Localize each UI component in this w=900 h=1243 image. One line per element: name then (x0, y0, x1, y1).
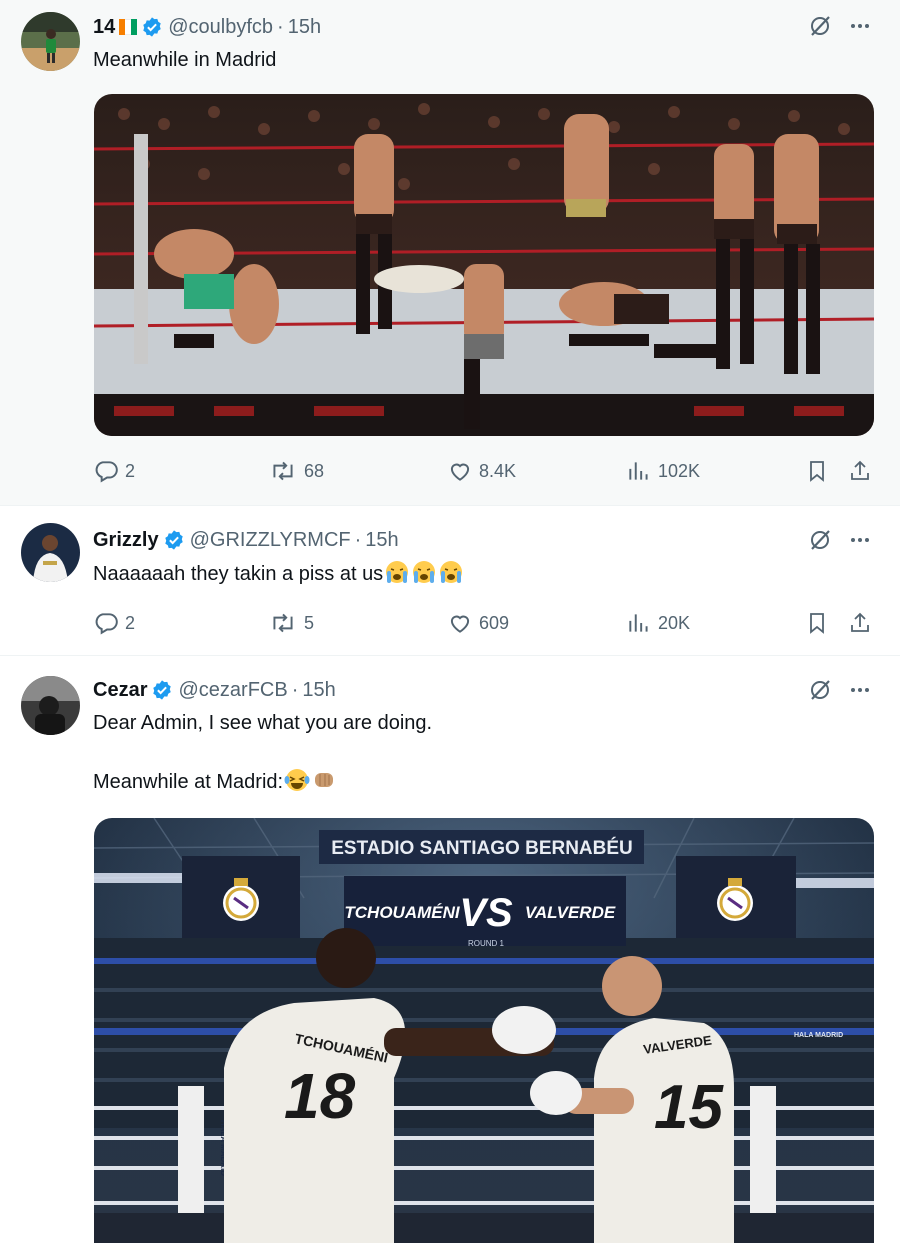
crying-face-emoji (440, 561, 463, 583)
right-fighter-name: VALVERDE (525, 903, 616, 922)
reply-count: 2 (125, 612, 136, 633)
laughing-tears-emoji (284, 769, 310, 791)
tweet-header: Cezar @cezarFCB · 15h (93, 677, 336, 703)
share-button[interactable] (848, 456, 878, 486)
views-chart-icon (629, 614, 648, 632)
ivory-coast-flag-icon (119, 19, 138, 35)
views-button[interactable]: 20K (626, 608, 690, 638)
left-fighter-name: TCHOUAMÉNI (344, 903, 460, 922)
like-button[interactable]: 609 (447, 608, 509, 638)
reply-icon (95, 613, 118, 635)
more-options-icon[interactable] (848, 14, 872, 38)
left-jersey-number: 18 (284, 1060, 356, 1132)
repost-icon (273, 461, 293, 481)
avatar[interactable] (21, 12, 80, 71)
bookmark-icon (810, 461, 824, 482)
tweet-header: 14 @coulbyfcb · 15h (93, 14, 321, 40)
separator-dot: · (277, 15, 284, 38)
separator-dot: · (291, 678, 299, 701)
crying-face-emoji (386, 561, 409, 583)
share-icon (851, 460, 869, 480)
more-options-icon[interactable] (848, 678, 872, 702)
tweet-text-line: Meanwhile at Madrid: (93, 767, 337, 797)
repost-icon (273, 613, 293, 633)
tweet-image-boxing-poster[interactable]: ESTADIO SANTIAGO BERNABÉU TCHOUAMÉNI VS … (94, 818, 874, 1243)
bookmark-button[interactable] (805, 456, 835, 486)
heart-icon (450, 615, 470, 633)
username-handle[interactable]: @GRIZZLYRMCF (190, 529, 351, 552)
tweet-actions: 2 5 609 20K (0, 608, 900, 638)
verified-badge-icon (151, 679, 173, 701)
username-handle[interactable]: @coulbyfcb (168, 16, 273, 39)
crying-face-emoji (413, 561, 436, 583)
display-name[interactable]: Grizzly (93, 529, 159, 552)
heart-icon (450, 463, 470, 481)
username-handle[interactable]: @cezarFCB (178, 679, 287, 702)
tweet-image-wrestling-ring[interactable] (94, 94, 874, 436)
views-chart-icon (629, 462, 648, 480)
views-count: 20K (658, 612, 691, 633)
like-count: 8.4K (479, 460, 517, 481)
display-name[interactable]: Cezar (93, 679, 147, 702)
reply-icon (95, 461, 118, 483)
views-count: 102K (658, 460, 701, 481)
more-options-icon[interactable] (848, 528, 872, 552)
grok-icon[interactable] (808, 528, 832, 552)
like-button[interactable]: 8.4K (447, 456, 516, 486)
fist-bump-emoji (315, 773, 334, 787)
tweet[interactable]: Cezar @cezarFCB · 15h Dear Admin, I see … (0, 656, 900, 1243)
share-button[interactable] (848, 608, 878, 638)
tweet-text: Meanwhile in Madrid (93, 49, 277, 71)
bookmark-button[interactable] (805, 608, 835, 638)
tweet-text-line: Naaaaaah they takin a piss at us (93, 559, 464, 589)
vs-label: VS (459, 891, 513, 935)
separator-dot: · (354, 528, 362, 551)
tweet-text: Naaaaaah they takin a piss at us (93, 563, 384, 585)
timestamp[interactable]: 15h (365, 529, 398, 552)
views-button[interactable]: 102K (626, 456, 700, 486)
avatar[interactable] (21, 676, 80, 735)
verified-badge-icon (141, 16, 163, 38)
tweet-text: Dear Admin, I see what you are doing. (93, 712, 433, 734)
reply-count: 2 (125, 460, 136, 481)
timestamp[interactable]: 15h (288, 16, 321, 39)
tweet[interactable]: 14 @coulbyfcb · 15h Meanwhile in Madrid (0, 0, 900, 506)
repost-count: 68 (304, 460, 325, 481)
like-count: 609 (479, 612, 510, 633)
tweet[interactable]: Grizzly @GRIZZLYRMCF · 15h Naaaaaah they… (0, 506, 900, 656)
tweet-actions: 2 68 8.4K 102K (0, 456, 900, 486)
round-label: ROUND 1 (468, 939, 505, 948)
hala-madrid-banner: HALA MADRID (794, 1032, 843, 1039)
reply-button[interactable]: 2 (93, 608, 135, 638)
reply-button[interactable]: 2 (93, 456, 135, 486)
share-icon (851, 612, 869, 632)
tweet-header: Grizzly @GRIZZLYRMCF · 15h (93, 527, 399, 553)
bookmark-icon (810, 613, 824, 634)
grok-icon[interactable] (808, 678, 832, 702)
repost-count: 5 (304, 612, 315, 633)
grok-icon[interactable] (808, 14, 832, 38)
display-name[interactable]: 14 (93, 16, 115, 39)
repost-button[interactable]: 5 (268, 608, 314, 638)
right-jersey-number: 15 (654, 1073, 724, 1142)
repost-button[interactable]: 68 (268, 456, 324, 486)
timestamp[interactable]: 15h (302, 679, 335, 702)
stadium-name: ESTADIO SANTIAGO BERNABÉU (331, 837, 633, 859)
tweet-text: Meanwhile at Madrid: (93, 771, 284, 793)
avatar[interactable] (21, 523, 80, 582)
verified-badge-icon (163, 529, 185, 551)
